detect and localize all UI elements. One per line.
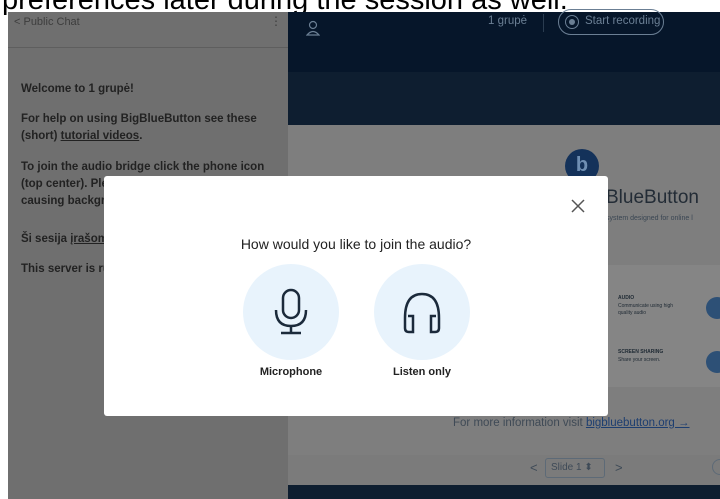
chat-menu-icon[interactable]: ⋮ bbox=[270, 14, 282, 28]
feature-title: AUDIO bbox=[618, 295, 635, 301]
top-bar: 1 grupė Start recording bbox=[288, 9, 720, 72]
start-recording-label: Start recording bbox=[585, 15, 661, 27]
chat-message-help: For help on using BigBlueButton see thes… bbox=[21, 111, 279, 145]
chat-back-button[interactable]: < Public Chat bbox=[14, 16, 80, 28]
chat-message-text: Ši sesija bbox=[21, 233, 71, 245]
audio-modal: How would you like to join the audio? Mi… bbox=[104, 176, 608, 416]
slide-select[interactable]: Slide 1 ⬍ bbox=[545, 458, 605, 478]
slide-subtitle: system designed for online l bbox=[606, 215, 693, 222]
meeting-name: 1 grupė bbox=[488, 15, 528, 27]
listen-only-label: Listen only bbox=[392, 366, 452, 378]
chat-message-text: Welcome to 1 grupė! bbox=[21, 83, 134, 95]
chat-message-text: This server is ru bbox=[21, 263, 110, 275]
bigbluebutton-link[interactable]: bigbluebutton.org → bbox=[586, 417, 690, 429]
tutorial-videos-link[interactable]: tutorial videos bbox=[61, 130, 140, 142]
chat-message-welcome: Welcome to 1 grupė! bbox=[21, 81, 279, 98]
more-info-label: For more information visit bbox=[453, 417, 586, 429]
next-slide-button[interactable]: > bbox=[615, 460, 623, 475]
microphone-label: Microphone bbox=[259, 366, 323, 378]
previous-slide-button[interactable]: < bbox=[530, 460, 538, 475]
feature-text: Share your screen. bbox=[618, 357, 661, 363]
more-info-text: For more information visit bigbluebutton… bbox=[453, 417, 690, 429]
microphone-icon bbox=[274, 288, 308, 335]
record-icon bbox=[565, 15, 579, 29]
feature-text: Communicate using high quality audio bbox=[618, 303, 674, 316]
microphone-button[interactable] bbox=[243, 264, 339, 360]
audio-feature-icon bbox=[706, 297, 720, 319]
start-recording-button[interactable]: Start recording bbox=[558, 9, 664, 35]
divider bbox=[543, 14, 544, 32]
feature-title: SCREEN SHARING bbox=[618, 349, 664, 355]
user-icon[interactable] bbox=[306, 20, 320, 36]
listen-only-button[interactable] bbox=[374, 264, 470, 360]
chat-message-text: . bbox=[139, 130, 143, 142]
screen-sharing-feature-icon bbox=[706, 351, 720, 373]
chat-header: < Public Chat ⋮ bbox=[8, 12, 288, 48]
slide-title: BlueButton bbox=[606, 187, 699, 208]
slide-navigation: < Slide 1 ⬍ > bbox=[288, 455, 720, 485]
listen-only-option[interactable]: Listen only bbox=[374, 264, 470, 378]
modal-title: How would you like to join the audio? bbox=[240, 236, 472, 252]
microphone-option[interactable]: Microphone bbox=[243, 264, 339, 378]
features-card: AUDIO Communicate using high quality aud… bbox=[606, 265, 720, 387]
close-icon[interactable] bbox=[570, 198, 586, 214]
fit-to-width-icon[interactable] bbox=[712, 459, 720, 475]
headphones-icon bbox=[403, 292, 441, 334]
